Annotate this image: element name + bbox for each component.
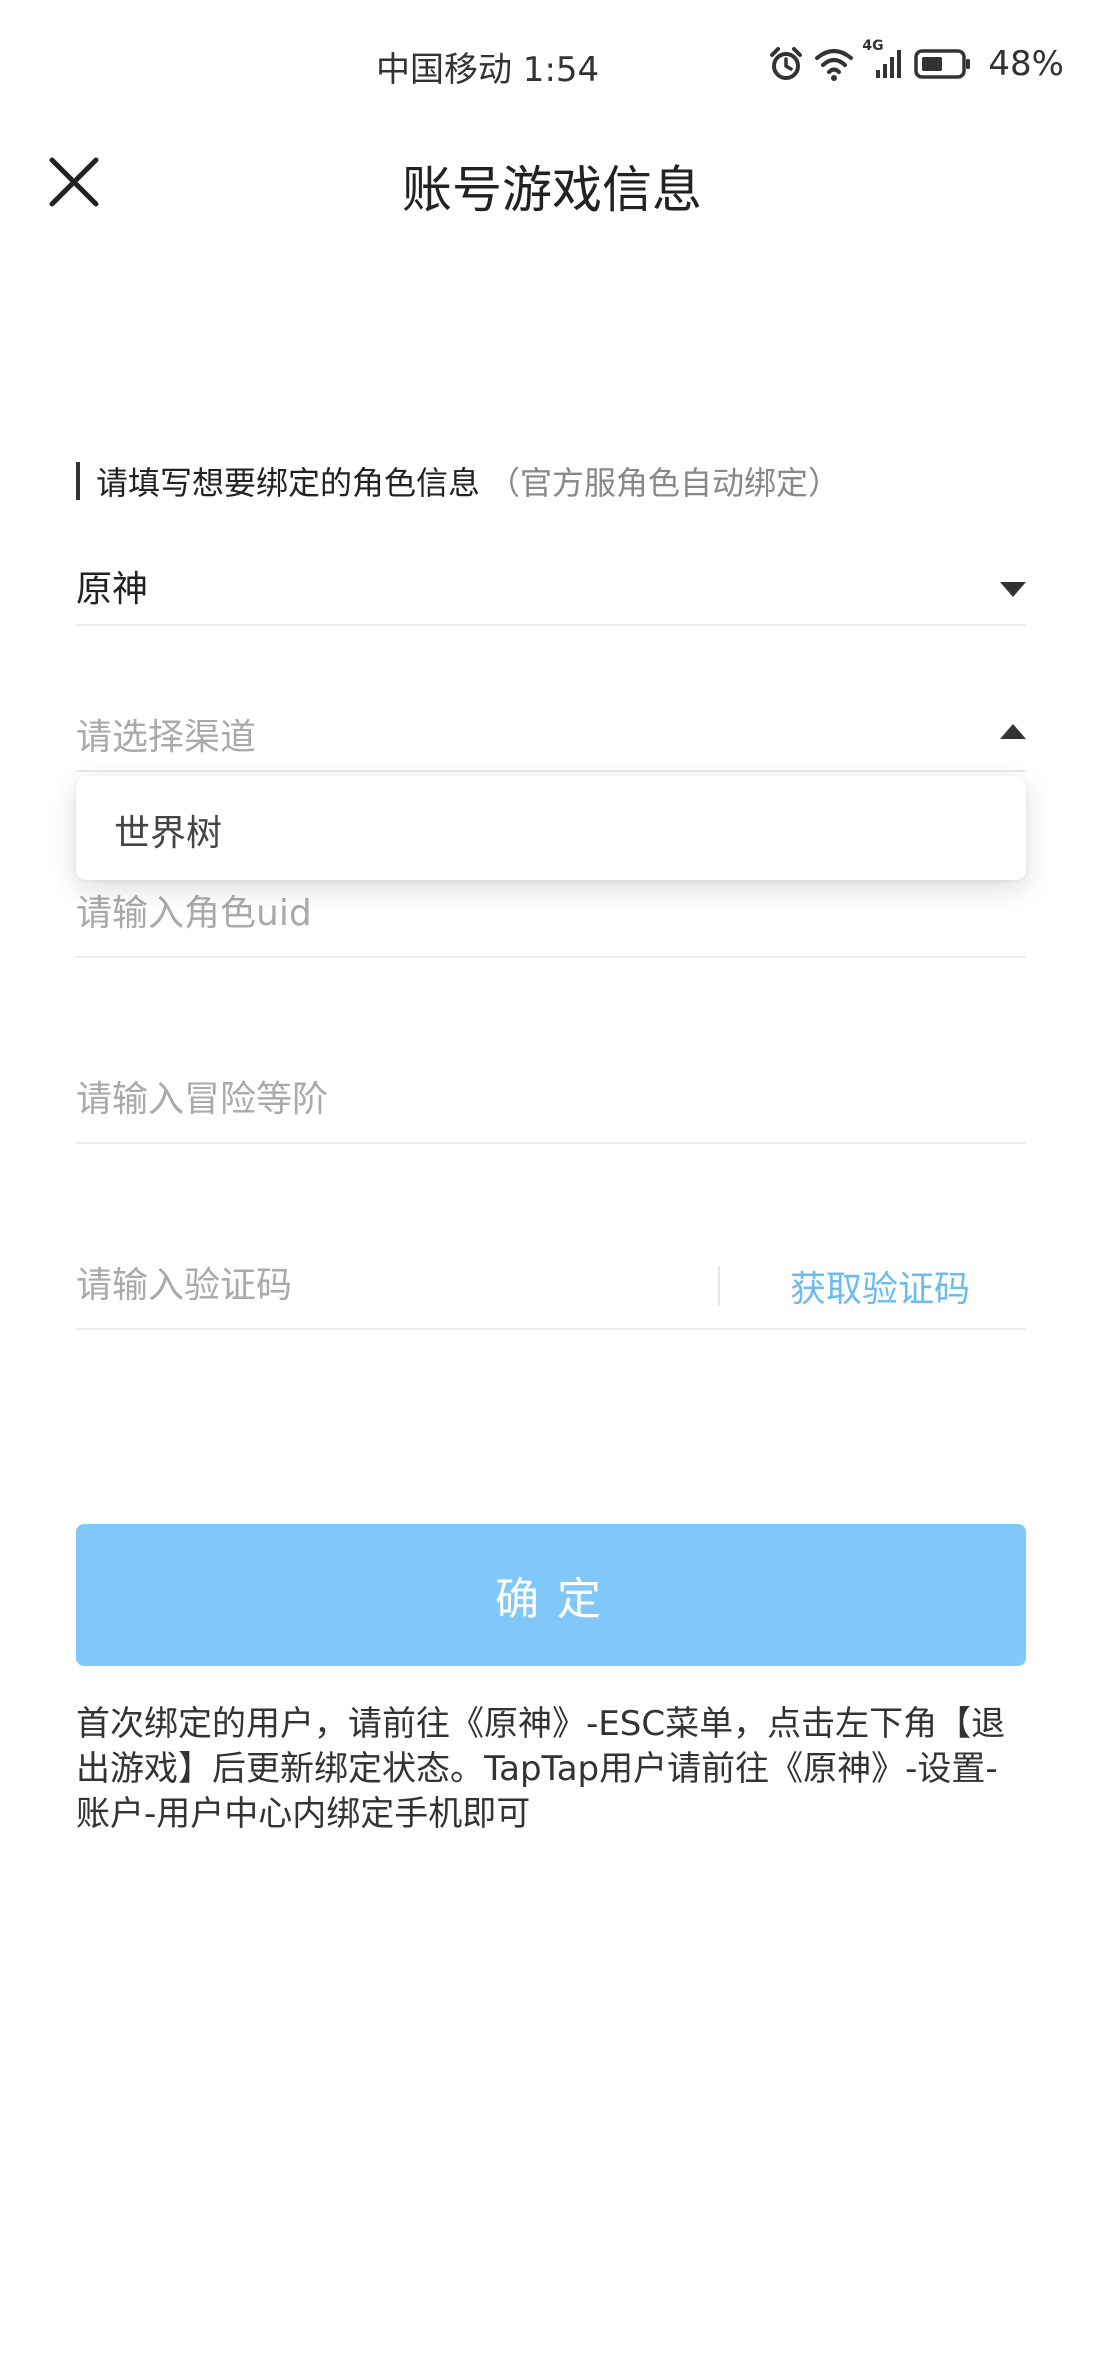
page-title: 账号游戏信息	[402, 161, 702, 219]
binding-note: 首次绑定的用户，请前往《原神》-ESC菜单，点击左下角【退出游戏】后更新绑定状态…	[76, 1704, 1006, 1834]
channel-select[interactable]: 请选择渠道	[76, 690, 1026, 772]
section-accent-bar	[76, 462, 80, 500]
section-label: 请填写想要绑定的角色信息 （官方服角色自动绑定）	[76, 458, 840, 504]
confirm-button[interactable]: 确定	[76, 1524, 1026, 1666]
section-hint-text: （官方服角色自动绑定）	[488, 464, 841, 502]
game-select[interactable]: 原神	[76, 544, 1026, 626]
caret-up-icon	[1000, 724, 1026, 739]
status-icons: 4G 48%	[768, 38, 1064, 86]
rank-input[interactable]	[76, 1074, 976, 1124]
battery-percent: 48%	[988, 44, 1064, 84]
get-code-button[interactable]: 获取验证码	[790, 1260, 970, 1312]
channel-dropdown: 世界树	[76, 776, 1026, 880]
alarm-icon	[768, 46, 804, 82]
carrier-time: 中国移动 1:54	[376, 50, 600, 90]
header: 账号游戏信息	[0, 134, 1104, 230]
network-type-label: 4G	[862, 38, 884, 54]
section-label-text: 请填写想要绑定的角色信息	[96, 464, 481, 502]
cellular-signal-icon: 4G	[862, 38, 904, 82]
battery-icon	[914, 48, 972, 80]
rank-field	[76, 1046, 1026, 1144]
caret-down-icon	[1000, 582, 1026, 597]
status-bar: 中国移动 1:54 4G 48%	[0, 0, 1104, 134]
channel-select-placeholder: 请选择渠道	[76, 717, 257, 758]
code-divider	[718, 1266, 720, 1306]
code-field: 获取验证码	[76, 1232, 1026, 1330]
channel-option[interactable]: 世界树	[114, 804, 222, 856]
wifi-icon	[814, 46, 854, 82]
uid-input[interactable]	[76, 888, 976, 938]
game-select-value: 原神	[76, 569, 149, 610]
code-input[interactable]	[76, 1260, 676, 1310]
screen: 中国移动 1:54 4G 48% 账号游戏信息 请填写想要绑定的角色信息 （官方…	[0, 0, 1104, 2376]
